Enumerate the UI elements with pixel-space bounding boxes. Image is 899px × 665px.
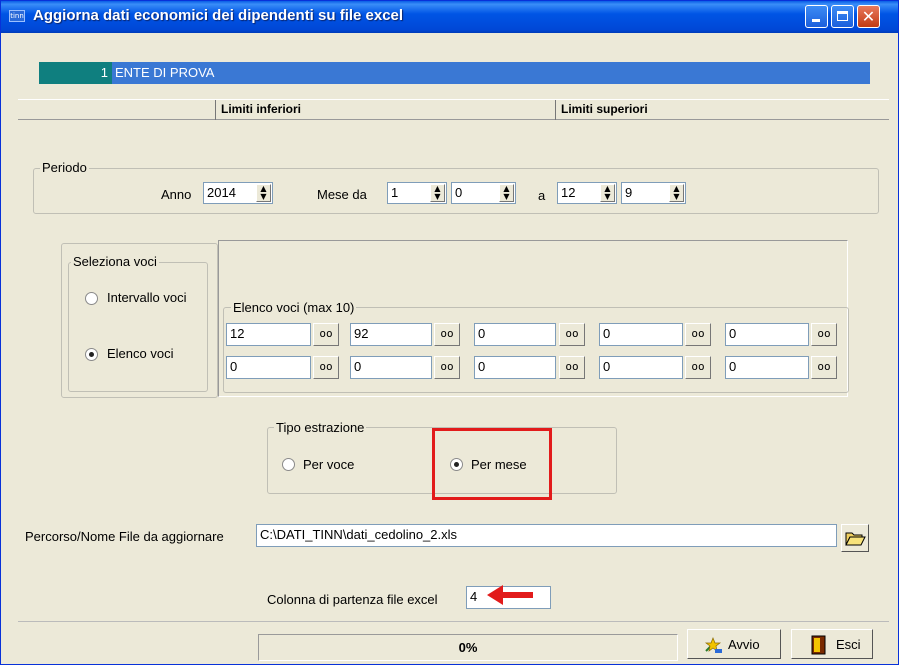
spin-arrows-icon[interactable]: ▲ ▼ <box>430 184 445 202</box>
minimize-icon <box>812 19 820 22</box>
per-mese-radio[interactable] <box>450 458 463 471</box>
anno-spinner[interactable]: 2014 ▲ ▼ <box>203 182 273 204</box>
ente-name-field: ENTE DI PROVA <box>112 62 870 84</box>
status-separator <box>18 621 889 622</box>
per-voce-label[interactable]: Per voce <box>303 457 354 472</box>
seleziona-voci-group <box>68 262 208 392</box>
per-mese-label[interactable]: Per mese <box>471 457 527 472</box>
ente-code-field[interactable]: 1 <box>39 62 112 84</box>
spin-arrows-icon[interactable]: ▲ ▼ <box>256 184 271 202</box>
main-window: tinn Aggiorna dati economici dei dipende… <box>0 0 899 665</box>
tipo-estrazione-legend: Tipo estrazione <box>274 420 367 435</box>
voce-input[interactable]: 0 <box>350 356 432 379</box>
limits-superiori-header: Limiti superiori <box>555 100 889 120</box>
file-path-label: Percorso/Nome File da aggiornare <box>25 529 224 544</box>
voce-input[interactable]: 12 <box>226 323 311 346</box>
browse-button[interactable] <box>841 524 869 552</box>
voce-input[interactable]: 0 <box>474 323 556 346</box>
voce-input[interactable]: 0 <box>725 356 809 379</box>
spin-arrows-icon[interactable]: ▲ ▼ <box>499 184 514 202</box>
voce-input[interactable]: 0 <box>599 323 683 346</box>
mese-da-2-spinner[interactable]: 0 ▲ ▼ <box>451 182 516 204</box>
colonna-label: Colonna di partenza file excel <box>267 592 438 607</box>
avvio-button[interactable]: Avvio <box>687 629 781 659</box>
limits-header: Limiti inferiori Limiti superiori <box>18 99 889 120</box>
lookup-glasses-icon[interactable]: oo <box>434 356 460 379</box>
elenco-voci-label[interactable]: Elenco voci <box>107 346 173 361</box>
intervallo-voci-label[interactable]: Intervallo voci <box>107 290 186 305</box>
mese-da-2-value: 0 <box>455 185 463 200</box>
maximize-icon <box>837 11 848 21</box>
mese-da-value: 1 <box>391 185 399 200</box>
minimize-button[interactable] <box>805 5 828 28</box>
periodo-legend: Periodo <box>40 160 89 175</box>
lookup-glasses-icon[interactable]: oo <box>811 356 837 379</box>
per-voce-radio[interactable] <box>282 458 295 471</box>
spin-arrows-icon[interactable]: ▲ ▼ <box>669 184 684 202</box>
close-button[interactable]: ✕ <box>857 5 880 28</box>
folder-open-icon <box>845 532 866 546</box>
voce-input[interactable]: 92 <box>350 323 432 346</box>
mese-da-label: Mese da <box>317 187 367 202</box>
mese-a-2-spinner[interactable]: 9 ▲ ▼ <box>621 182 686 204</box>
red-arrow-icon <box>487 585 533 605</box>
lookup-glasses-icon[interactable]: oo <box>811 323 837 346</box>
a-label: a <box>538 188 546 203</box>
lookup-glasses-icon[interactable]: oo <box>559 356 585 379</box>
voce-input[interactable]: 0 <box>725 323 809 346</box>
voce-input[interactable]: 0 <box>226 356 311 379</box>
app-icon: tinn <box>9 10 25 22</box>
avvio-label: Avvio <box>728 637 760 652</box>
elenco-voci-legend: Elenco voci (max 10) <box>231 300 357 315</box>
window-title: Aggiorna dati economici dei dipendenti s… <box>33 7 404 24</box>
anno-label: Anno <box>161 187 192 202</box>
elenco-voci-group <box>223 307 849 393</box>
lookup-glasses-icon[interactable]: oo <box>685 323 711 346</box>
mese-a-2-value: 9 <box>625 185 633 200</box>
voce-input[interactable]: 0 <box>474 356 556 379</box>
esci-label: Esci <box>836 637 861 652</box>
voce-input[interactable]: 0 <box>599 356 683 379</box>
intervallo-voci-radio[interactable] <box>85 292 98 305</box>
esci-button[interactable]: Esci <box>791 629 873 659</box>
maximize-button[interactable] <box>831 5 854 28</box>
file-path-input[interactable]: C:\DATI_TINN\dati_cedolino_2.xls <box>256 524 837 547</box>
spin-arrows-icon[interactable]: ▲ ▼ <box>600 184 615 202</box>
run-icon <box>704 637 722 653</box>
mese-a-spinner[interactable]: 12 ▲ ▼ <box>557 182 617 204</box>
lookup-glasses-icon[interactable]: oo <box>313 323 339 346</box>
limits-inferiori-header: Limiti inferiori <box>215 100 555 120</box>
elenco-voci-radio[interactable] <box>85 348 98 361</box>
seleziona-voci-legend: Seleziona voci <box>71 254 159 269</box>
lookup-glasses-icon[interactable]: oo <box>559 323 585 346</box>
lookup-glasses-icon[interactable]: oo <box>313 356 339 379</box>
exit-door-icon <box>811 635 826 655</box>
close-icon: ✕ <box>861 7 876 26</box>
mese-a-value: 12 <box>561 185 576 200</box>
anno-value: 2014 <box>207 185 236 200</box>
progress-bar: 0% <box>258 634 678 661</box>
title-bar[interactable]: tinn Aggiorna dati economici dei dipende… <box>1 1 898 33</box>
lookup-glasses-icon[interactable]: oo <box>685 356 711 379</box>
mese-da-spinner[interactable]: 1 ▲ ▼ <box>387 182 447 204</box>
lookup-glasses-icon[interactable]: oo <box>434 323 460 346</box>
